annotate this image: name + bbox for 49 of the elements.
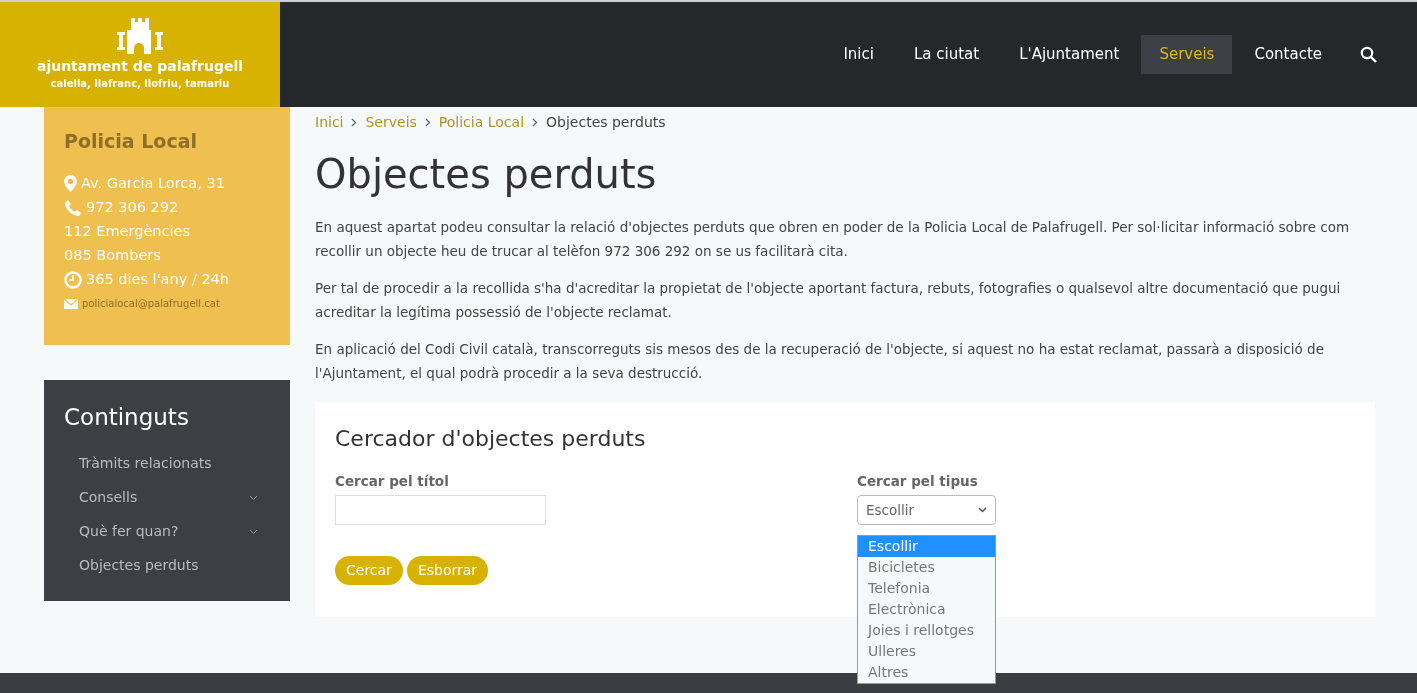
breadcrumb-link[interactable]: Policia Local [438, 111, 525, 133]
breadcrumb-link[interactable]: Serveis [365, 111, 417, 133]
chevron-right-icon [532, 117, 539, 127]
dropdown-option[interactable]: Altres [858, 662, 995, 683]
field-label: Cercar pel títol [335, 472, 450, 491]
paragraph: En aplicació del Codi Civil català, transcorreguts sis mesos des de la recuperació de l'objecte, si aquest no ha estat reclamat, passarà a disposició de l'Ajuntament, el qual podrà procedir a la seva destrucció. [315, 340, 1325, 383]
chevron-right-icon [351, 117, 358, 127]
search-icon[interactable] [1360, 46, 1377, 63]
breadcrumb-current: Objectes perduts [546, 112, 666, 132]
clock-icon [64, 270, 82, 289]
chevron-down-icon [978, 507, 987, 514]
menu-item[interactable]: Objectes perduts [64, 548, 270, 583]
title-input[interactable] [335, 495, 546, 526]
menu-item[interactable]: Tràmits relacionats [64, 446, 270, 481]
email-link[interactable]: policialocal@palafrugell.cat [82, 296, 220, 311]
menu-item[interactable]: Consells [64, 480, 270, 515]
dropdown-option[interactable]: Joies i rellotges [858, 620, 995, 641]
nav-link[interactable]: La ciutat [895, 35, 998, 74]
page-title: Objectes perduts [315, 150, 658, 199]
breadcrumb-link[interactable]: Inici [315, 111, 344, 133]
chevron-right-icon [424, 117, 431, 127]
logo-subtitle: calella, llafranc, llofriu, tamariu [50, 76, 230, 91]
phone-icon [64, 199, 82, 216]
paragraph: En aquest apartat podeu consultar la relació d'objectes perduts que obren en poder de la Policia Local de Palafrugell. Per sol·licitar informació sobre com recollir un objecte heu de trucar al telèfon 972 306 292 on se us facilitarà cita. [315, 218, 1351, 261]
contact-text: Av. Garcia Lorca, 31 [81, 173, 225, 193]
menu-item[interactable]: Què fer quan? [64, 514, 270, 549]
dropdown-option[interactable]: Escollir [858, 536, 995, 557]
type-select[interactable]: Escollir [857, 495, 996, 526]
dropdown-option[interactable]: Telefonia [858, 578, 995, 599]
menu-title: Continguts [64, 403, 190, 432]
castle-icon [115, 18, 165, 55]
nav-link[interactable]: Contacte [1236, 35, 1340, 74]
dropdown-option[interactable]: Electrònica [858, 599, 995, 620]
dropdown-option[interactable]: Bicicletes [858, 557, 995, 578]
card-title: Policia Local [64, 129, 198, 154]
envelope-icon [64, 298, 78, 309]
dropdown-option[interactable]: Ulleres [858, 641, 995, 662]
contact-text: 085 Bombers [64, 245, 161, 265]
contact-text: 112 Emergències [64, 221, 190, 241]
logo-title: ajuntament de palafrugell [36, 58, 244, 76]
field-label: Cercar pel tipus [857, 472, 979, 491]
map-pin-icon [64, 175, 77, 192]
panel-title: Cercador d'objectes perduts [335, 425, 647, 453]
nav-link[interactable]: Serveis [1141, 35, 1233, 74]
paragraph: Per tal de procedir a la recollida s'ha d'acreditar la propietat de l'objecte aportant factura, rebuts, fotografies o qualsevol altre documentació que pugui acreditar la legítima possessió de l'objecte reclamat. [315, 279, 1342, 322]
contact-text: 972 306 292 [86, 197, 179, 217]
nav-link[interactable]: L'Ajuntament [1001, 35, 1138, 74]
nav-link[interactable]: Inici [825, 35, 892, 74]
contact-text: 365 dies l'any / 24h [86, 269, 230, 289]
